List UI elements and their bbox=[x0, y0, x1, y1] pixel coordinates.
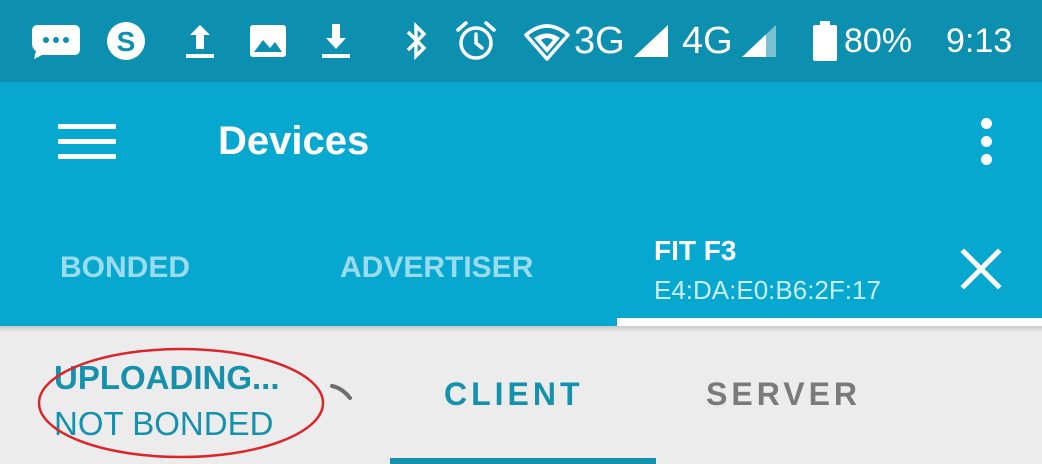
tab-advertiser-label: ADVERTISER bbox=[340, 251, 534, 284]
network-type-2: 4G bbox=[682, 20, 733, 62]
tab-client[interactable]: CLIENT bbox=[444, 374, 584, 414]
status-bar: S 3G 4G 80% 9:13 bbox=[0, 0, 1042, 82]
svg-text:S: S bbox=[117, 26, 136, 57]
tab-server[interactable]: SERVER bbox=[706, 374, 861, 414]
upload-icon bbox=[182, 20, 218, 62]
tab-device-address: E4:DA:E0:B6:2F:17 bbox=[654, 275, 881, 305]
partial-glyph bbox=[330, 384, 352, 400]
page-title: Devices bbox=[218, 119, 370, 163]
battery-percent: 80% bbox=[844, 22, 913, 60]
signal-icon bbox=[740, 20, 780, 62]
hamburger-menu-icon[interactable] bbox=[58, 120, 116, 164]
clock: 9:13 bbox=[946, 22, 1013, 60]
image-icon bbox=[248, 20, 288, 62]
bond-status: NOT BONDED bbox=[54, 405, 274, 442]
battery-icon bbox=[812, 20, 838, 62]
bluetooth-icon bbox=[400, 20, 432, 62]
device-panel: UPLOADING... NOT BONDED CLIENT SERVER bbox=[0, 326, 1042, 464]
network-type-1: 3G bbox=[574, 20, 625, 62]
tab-advertiser[interactable]: ADVERTISER bbox=[300, 202, 610, 326]
chat-bubble-icon bbox=[30, 20, 82, 62]
alarm-icon bbox=[454, 20, 498, 62]
tab-indicator bbox=[617, 318, 1042, 326]
connection-status: UPLOADING... bbox=[54, 359, 280, 396]
tab-bar: BONDED ADVERTISER FIT F3 E4:DA:E0:B6:2F:… bbox=[0, 202, 1042, 326]
tab-device-name: FIT F3 bbox=[654, 235, 737, 266]
wifi-icon bbox=[524, 20, 570, 62]
tab-bar-shadow bbox=[0, 326, 1042, 332]
tab-bonded-label: BONDED bbox=[60, 251, 191, 284]
tab-bonded[interactable]: BONDED bbox=[0, 202, 290, 326]
app-bar: Devices bbox=[0, 82, 1042, 202]
download-icon bbox=[318, 20, 354, 62]
skype-icon: S bbox=[104, 20, 148, 62]
more-vert-icon[interactable] bbox=[968, 114, 1008, 170]
subtab-indicator bbox=[390, 458, 656, 464]
signal-icon bbox=[632, 20, 672, 62]
close-icon[interactable] bbox=[958, 246, 1004, 292]
